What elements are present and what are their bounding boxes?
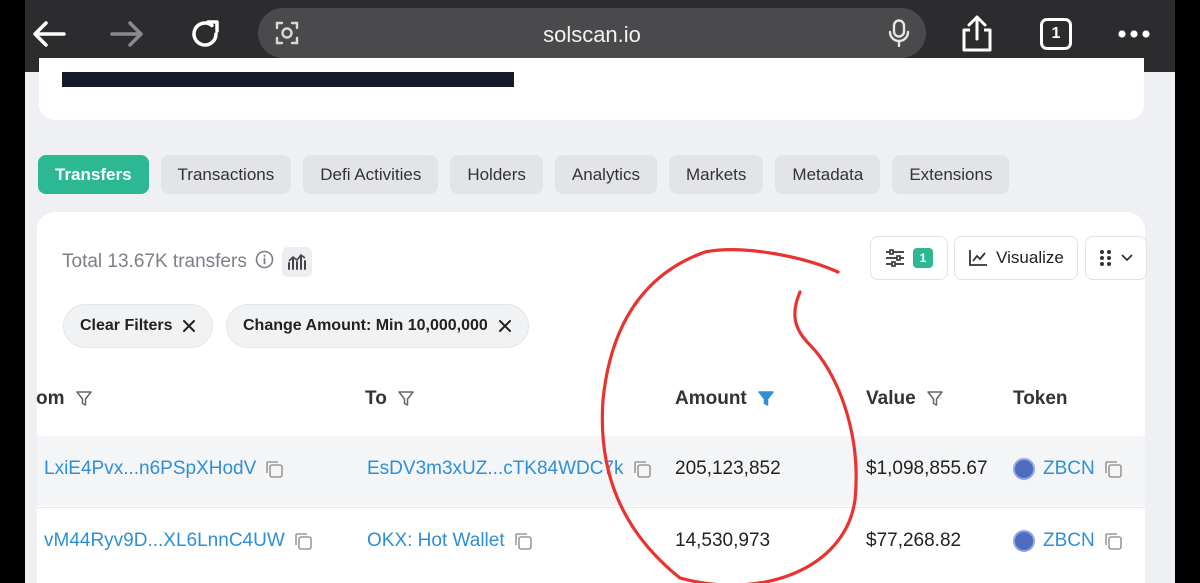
tab-markets[interactable]: Markets (668, 155, 764, 194)
column-token: Token (1013, 388, 1068, 410)
token-link[interactable]: ZBCN (1043, 530, 1095, 552)
copy-icon (294, 533, 312, 550)
column-to-label: To (365, 388, 387, 409)
filter-count-badge: 1 (913, 248, 933, 268)
chevron-down-icon (1121, 254, 1133, 262)
value-cell: $77,268.82 (866, 530, 962, 551)
transfer-summary: Total 13.67K transfers (62, 247, 312, 277)
grid-dots-icon (1100, 250, 1111, 266)
token-cell: ZBCN (1013, 458, 1123, 480)
column-value[interactable]: Value (866, 388, 944, 410)
share-icon[interactable] (955, 12, 999, 56)
tabs-count-button[interactable]: 1 (1034, 12, 1078, 56)
from-cell: vM44Ryv9D...XL6LnnC4UW (44, 530, 313, 552)
filter-funnel-icon (398, 391, 414, 406)
reload-icon[interactable] (183, 12, 227, 56)
chart-icon (969, 250, 988, 266)
filter-funnel-icon (75, 391, 92, 406)
amount-cell: 205,123,852 (675, 458, 781, 479)
address-bar[interactable]: solscan.io (258, 8, 926, 58)
from-cell: LxiE4Pvx...n6PSpXHodV (44, 458, 284, 480)
column-to[interactable]: To (365, 388, 415, 410)
tab-holders[interactable]: Holders (450, 155, 543, 194)
clear-filters-label: Clear Filters (80, 317, 173, 334)
to-address-link[interactable]: OKX: Hot Wallet (367, 530, 505, 552)
column-options-button[interactable] (1085, 236, 1147, 280)
filter-funnel-icon (926, 391, 943, 406)
tab-analytics[interactable]: Analytics (554, 155, 657, 194)
token-link[interactable]: ZBCN (1043, 458, 1095, 480)
to-cell: EsDV3m3xUZ...cTK84WDC7k (367, 458, 652, 480)
copy-icon (266, 461, 284, 478)
total-transfers-text: Total 13.67K transfers (62, 251, 247, 272)
tab-metadata[interactable]: Metadata (775, 155, 881, 194)
column-from[interactable]: om (36, 388, 93, 410)
to-cell: OKX: Hot Wallet (367, 530, 533, 552)
transfers-panel: Total 13.67K transfers 1 Visualize Clear… (36, 212, 1147, 583)
table-row: vM44Ryv9D...XL6LnnC4UW OKX: Hot Wallet 1… (37, 507, 1145, 577)
amount-filter-label: Change Amount: Min 10,000,000 (243, 317, 488, 334)
more-menu-icon[interactable] (1112, 12, 1156, 56)
value-cell: $1,098,855.67 (866, 458, 988, 479)
copy-icon (1104, 461, 1122, 478)
info-icon[interactable] (255, 250, 274, 275)
header-banner (62, 72, 514, 87)
sliders-icon (886, 249, 904, 267)
amount-cell: 14,530,973 (675, 530, 771, 551)
token-cell: ZBCN (1013, 530, 1123, 552)
tab-transfers[interactable]: Transfers (38, 155, 149, 194)
copy-icon (514, 533, 532, 550)
close-icon (183, 320, 196, 332)
forward-arrow-icon[interactable] (105, 12, 149, 56)
table-header: om To Amount Value Token (36, 378, 1145, 422)
column-amount-label: Amount (675, 388, 747, 409)
visualize-button[interactable]: Visualize (954, 236, 1078, 280)
copy-icon (633, 461, 651, 478)
close-icon (498, 320, 511, 332)
filter-funnel-active-icon (758, 391, 774, 406)
column-token-label: Token (1013, 388, 1068, 409)
table-row: LxiE4Pvx...n6PSpXHodV EsDV3m3xUZ...cTK84… (37, 436, 1145, 506)
column-value-label: Value (866, 388, 916, 409)
visualize-label: Visualize (996, 248, 1064, 267)
zbcn-token-icon (1013, 458, 1035, 480)
url-text: solscan.io (543, 22, 641, 47)
from-address-link[interactable]: LxiE4Pvx...n6PSpXHodV (44, 458, 256, 480)
filter-settings-button[interactable]: 1 (870, 236, 948, 280)
clear-filters-chip[interactable]: Clear Filters (63, 304, 214, 348)
tab-bar: Transfers Transactions Defi Activities H… (38, 155, 1010, 195)
analytics-chart-icon[interactable] (281, 247, 312, 277)
token-header-card (39, 58, 1144, 120)
column-from-label: om (36, 388, 65, 409)
copy-icon (1104, 533, 1122, 550)
tab-transactions[interactable]: Transactions (160, 155, 292, 194)
microphone-icon[interactable] (888, 19, 910, 52)
column-amount[interactable]: Amount (675, 388, 775, 410)
tab-count: 1 (1040, 18, 1072, 50)
to-address-link[interactable]: EsDV3m3xUZ...cTK84WDC7k (367, 458, 624, 480)
device-screen: solscan.io 1 Transfers Transactions Defi… (25, 0, 1175, 583)
back-arrow-icon[interactable] (27, 12, 71, 56)
zbcn-token-icon (1013, 530, 1035, 552)
amount-filter-chip[interactable]: Change Amount: Min 10,000,000 (226, 304, 529, 348)
from-address-link[interactable]: vM44Ryv9D...XL6LnnC4UW (44, 530, 285, 552)
tab-defi-activities[interactable]: Defi Activities (303, 155, 439, 194)
tab-extensions[interactable]: Extensions (892, 155, 1010, 194)
